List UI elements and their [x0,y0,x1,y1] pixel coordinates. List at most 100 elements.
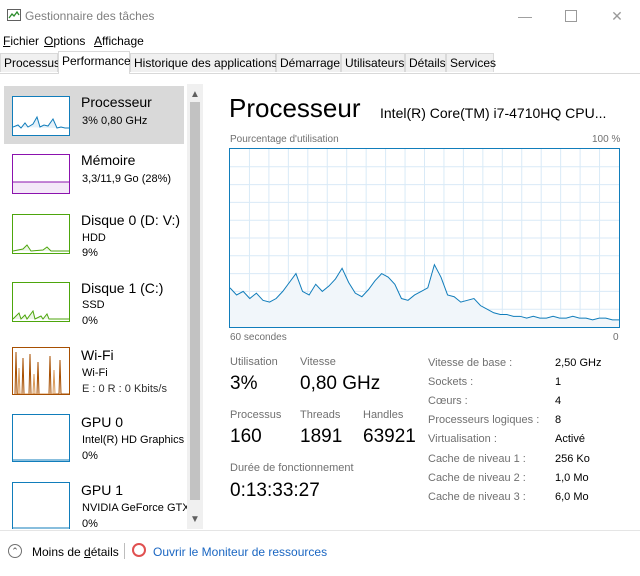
minimize-icon: — [518,8,532,24]
l1-cache-label: Cache de niveau 1 : [428,453,526,465]
virtualization-label: Virtualisation : [428,433,497,445]
sidebar-scrollbar[interactable]: ▲ ▼ [187,84,203,529]
processes-value: 160 [230,426,262,447]
scroll-down-icon[interactable]: ▼ [187,511,203,527]
uptime-label: Durée de fonctionnement [230,462,354,474]
l3-cache-label: Cache de niveau 3 : [428,491,526,503]
menu-file-label: ichier [10,34,40,48]
page-title: Processeur [229,93,361,123]
resource-monitor-icon [132,543,146,557]
menu-file[interactable]: Fichier [3,34,39,48]
cpu-thumbnail-graph [12,96,70,136]
wifi-throughput: E : 0 R : 0 Kbits/s [82,383,167,395]
scroll-up-icon[interactable]: ▲ [187,86,203,102]
gpu0-title: GPU 0 [81,414,124,430]
sidebar-item-cpu[interactable]: Processeur 3% 0,80 GHz [4,86,184,144]
tab-bar: Processus Performance Historique des app… [0,51,640,74]
handles-value: 63921 [363,426,416,447]
close-icon: ✕ [611,7,623,24]
base-speed-value: 2,50 GHz [555,357,602,369]
gpu1-usage: 0% [82,518,98,529]
logical-processors-value: 8 [555,414,562,426]
gpu1-title: GPU 1 [81,482,124,498]
resource-monitor-link[interactable]: Ouvrir le Moniteur de ressources [153,545,327,559]
maximize-icon [565,10,577,22]
menu-view-label: ffichage [102,34,144,48]
sidebar-item-disk1[interactable]: Disque 1 (C:) SSD 0% [4,272,184,330]
disk0-thumbnail-graph [12,214,70,254]
processes-label: Processus [230,409,282,421]
task-manager-icon [7,9,21,21]
usage-label: Utilisation [230,356,278,368]
graph-max-label: 100 % [592,134,621,145]
cpu-title: Processeur [81,94,152,110]
usage-value: 3% [230,373,258,394]
cpu-usage-chart [229,149,619,327]
footer-separator [124,543,125,559]
gpu1-thumbnail-graph [12,482,70,529]
threads-value: 1891 [300,426,343,447]
base-speed-label: Vitesse de base : [428,357,513,369]
menu-view[interactable]: Affichage [94,34,144,48]
close-button[interactable]: ✕ [594,0,640,32]
handles-label: Handles [363,409,404,421]
l3-cache-value: 6,0 Mo [555,491,589,503]
sidebar-item-wifi[interactable]: Wi-Fi Wi-Fi E : 0 R : 0 Kbits/s [4,339,184,397]
memory-thumbnail-graph [12,154,70,194]
speed-value: 0,80 GHz [300,373,381,394]
fewer-details-accel: d [84,545,91,559]
disk0-usage: 9% [82,247,98,259]
menu-options-label: ptions [53,34,86,48]
l2-cache-value: 1,0 Mo [555,472,589,484]
fewer-details-text-post: étails [90,545,119,559]
sidebar-item-gpu0[interactable]: GPU 0 Intel(R) HD Graphics 0% [4,406,184,464]
tab-services[interactable]: Services [446,53,496,72]
tab-performance[interactable]: Performance [58,51,131,74]
disk1-usage: 0% [82,315,98,327]
minimize-button[interactable]: — [502,0,548,32]
wifi-title: Wi-Fi [81,347,114,363]
menu-options[interactable]: Options [44,34,85,48]
l2-cache-label: Cache de niveau 2 : [428,472,526,484]
collapse-icon[interactable]: ⌃ [8,544,22,558]
sidebar-item-disk0[interactable]: Disque 0 (D: V:) HDD 9% [4,204,184,262]
wifi-thumbnail-graph [12,347,70,395]
menu-bar: Fichier Options Affichage [0,32,640,52]
cores-label: Cœurs : [428,395,468,407]
memory-title: Mémoire [81,152,136,168]
gpu0-thumbnail-graph [12,414,70,462]
memory-summary: 3,3/11,9 Go (28%) [82,173,172,185]
uptime-value: 0:13:33:27 [230,480,320,501]
disk1-type: SSD [82,299,105,311]
menu-options-accel: O [44,34,54,48]
gpu0-model: Intel(R) HD Graphics [82,434,185,446]
virtualization-value: Activé [555,433,585,445]
tab-startup[interactable]: Démarrage [276,53,341,72]
fewer-details-button[interactable]: Moins de détails [32,545,119,559]
scroll-thumb[interactable] [190,102,200,500]
menu-view-accel: A [94,34,103,48]
tab-app-history[interactable]: Historique des applications [130,53,277,72]
tab-users[interactable]: Utilisateurs [341,53,405,72]
tab-processes[interactable]: Processus [0,53,60,72]
cores-value: 4 [555,395,562,407]
footer: ⌃ Moins de détails Ouvrir le Moniteur de… [0,530,640,576]
disk1-thumbnail-graph [12,282,70,322]
sidebar-item-memory[interactable]: Mémoire 3,3/11,9 Go (28%) [4,144,184,202]
wifi-adapter: Wi-Fi [82,367,108,379]
fewer-details-text-pre: Moins de [32,545,85,559]
disk0-title: Disque 0 (D: V:) [81,212,181,228]
threads-label: Threads [300,409,341,421]
resource-list: Processeur 3% 0,80 GHz Mémoire 3,3/11,9 … [0,84,188,529]
title-bar: Gestionnaire des tâches — ✕ [0,0,640,32]
sockets-label: Sockets : [428,376,474,388]
tab-details[interactable]: Détails [405,53,446,72]
graph-y-label: Pourcentage d'utilisation [230,134,339,145]
gpu1-model: NVIDIA GeForce GTX [82,502,188,514]
disk1-title: Disque 1 (C:) [81,280,164,296]
graph-x-label: 60 secondes [230,332,287,343]
disk0-type: HDD [82,232,106,244]
maximize-button[interactable] [548,0,594,32]
sidebar-item-gpu1[interactable]: GPU 1 NVIDIA GeForce GTX 0% [4,474,188,529]
speed-label: Vitesse [300,356,336,368]
